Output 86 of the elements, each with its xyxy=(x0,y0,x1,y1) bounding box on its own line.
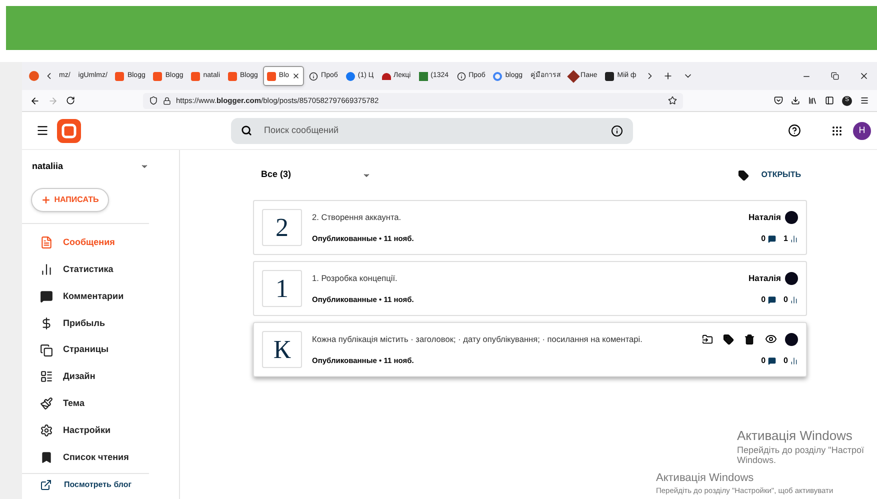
view-count: 0 xyxy=(784,354,788,366)
sidebar-item[interactable]: Список чтения xyxy=(22,444,149,471)
sidebar-item[interactable]: Комментарии xyxy=(22,283,149,310)
restore-icon[interactable] xyxy=(831,72,839,80)
sidebar-item[interactable]: Прибыль xyxy=(22,310,149,337)
user-avatar[interactable]: H xyxy=(853,122,871,140)
post-title: 1. Розробка концепції. xyxy=(312,272,398,285)
activation-title: Активація Windows xyxy=(656,473,755,484)
author-avatar xyxy=(785,210,798,224)
menu-icon[interactable] xyxy=(860,96,869,105)
layout-icon xyxy=(40,370,53,384)
menu-icon[interactable] xyxy=(36,124,49,137)
activation-text: Перейдіть до розділу "Настрої xyxy=(737,445,864,456)
delete-icon[interactable] xyxy=(744,334,755,344)
sidebar-item[interactable]: Статистика xyxy=(22,256,149,284)
browser-logo-icon xyxy=(29,71,39,81)
blogger-icon xyxy=(191,72,200,80)
post-thumbnail: 1 xyxy=(262,270,302,307)
blog-name: nataliia xyxy=(32,160,64,173)
post-title: Кожна публікація містить · заголовок; · дату опублікування; · посилання на коментарі. xyxy=(312,333,644,346)
bookmark-icon xyxy=(40,450,53,464)
sidebar-item[interactable]: Дизайн xyxy=(22,363,149,390)
view-blog-link[interactable]: Посмотреть блог xyxy=(22,474,149,496)
bar-chart-icon xyxy=(40,263,53,276)
post-thumbnail: 2 xyxy=(262,209,302,246)
shield-icon xyxy=(149,96,158,105)
search-field[interactable]: Поиск сообщений xyxy=(264,124,599,138)
author-avatar xyxy=(785,272,798,284)
view-icon[interactable] xyxy=(765,333,777,345)
sidebar-icon[interactable] xyxy=(825,96,834,105)
bar-chart-icon xyxy=(790,234,798,242)
open-button[interactable]: ОТКРЫТЬ xyxy=(738,169,801,181)
sidebar-item[interactable]: Тема xyxy=(22,390,149,418)
filter-dropdown[interactable]: Все (3) xyxy=(261,168,371,182)
settings-icon xyxy=(40,424,53,437)
blogger-icon xyxy=(266,72,276,80)
author-avatar xyxy=(785,332,798,346)
reload-icon[interactable] xyxy=(66,96,75,105)
dollar-icon xyxy=(40,316,53,330)
search-bar[interactable]: Поиск сообщений xyxy=(231,118,633,144)
blogger-icon xyxy=(115,72,124,80)
comment-icon xyxy=(40,290,53,303)
pocket-icon[interactable] xyxy=(774,96,783,105)
info-icon xyxy=(456,72,466,80)
activation-title: Активація Windows xyxy=(737,429,854,442)
post-title: 2. Створення аккаунта. xyxy=(312,211,402,224)
post-thumbnail: К xyxy=(262,331,302,368)
label-icon xyxy=(738,170,750,180)
lock-icon xyxy=(163,96,171,104)
bar-chart-icon xyxy=(790,296,798,304)
sidebar-item[interactable]: Страницы xyxy=(22,336,149,364)
comment-count: 0 xyxy=(761,294,766,306)
search-icon xyxy=(241,125,252,136)
post-author: Наталія xyxy=(748,210,781,224)
activation-text: Windows. xyxy=(737,456,778,466)
bookmark-star-icon[interactable] xyxy=(668,96,677,105)
view-count: 1 xyxy=(784,232,788,244)
new-tab-icon[interactable] xyxy=(663,71,674,81)
blogger-icon xyxy=(153,72,162,80)
close-tab-icon[interactable] xyxy=(292,72,300,80)
external-link-icon xyxy=(40,478,52,491)
comment-icon xyxy=(768,234,776,242)
move-icon[interactable] xyxy=(702,334,713,344)
sidebar-item[interactable]: Настройки xyxy=(22,417,149,444)
help-icon[interactable] xyxy=(788,124,801,137)
comment-icon xyxy=(768,356,776,364)
bar-chart-icon xyxy=(790,356,798,364)
apps-icon[interactable] xyxy=(831,124,843,136)
info-icon xyxy=(309,72,318,80)
plus-icon xyxy=(41,194,52,204)
comment-count: 0 xyxy=(761,354,766,366)
app-icon xyxy=(605,72,614,80)
document-icon xyxy=(40,236,53,250)
view-count: 0 xyxy=(784,294,788,306)
library-icon[interactable] xyxy=(808,96,817,105)
download-icon[interactable] xyxy=(791,96,800,105)
info-icon[interactable] xyxy=(611,124,623,136)
back-icon[interactable] xyxy=(30,96,40,106)
blogger-logo-icon xyxy=(57,118,81,142)
comment-count: 0 xyxy=(761,232,766,244)
pages-icon xyxy=(40,344,53,357)
post-author: Наталія xyxy=(748,272,781,284)
comment-icon xyxy=(768,296,776,304)
close-window-icon[interactable] xyxy=(859,71,869,81)
label-icon[interactable] xyxy=(723,334,734,344)
blogger-icon xyxy=(228,72,237,80)
